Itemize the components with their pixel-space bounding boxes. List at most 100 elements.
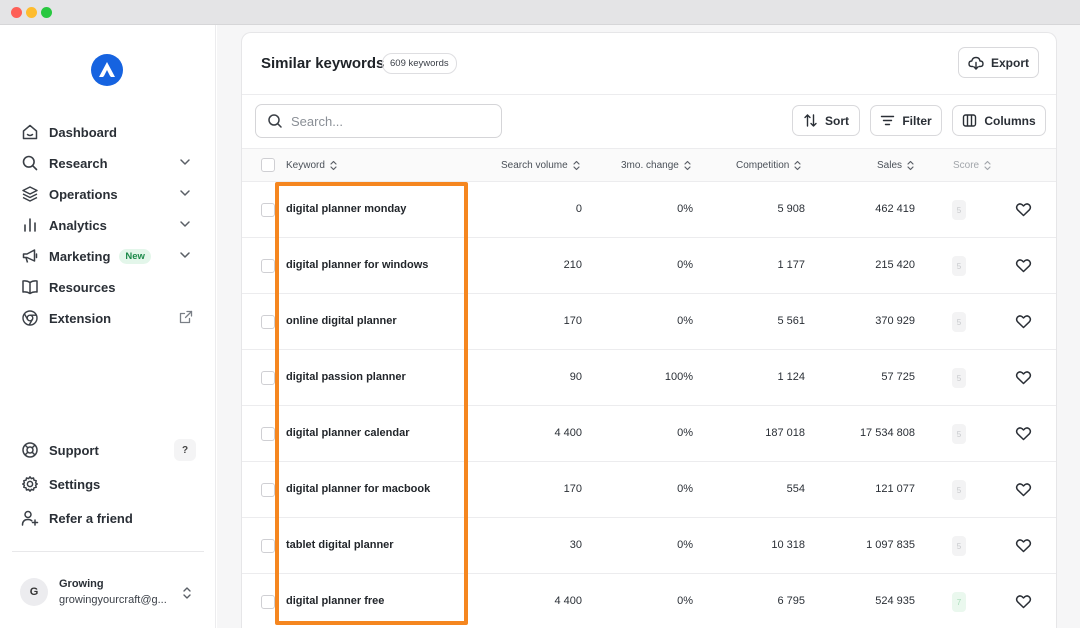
- table-row[interactable]: digital planner calendar 4 400 0% 187 01…: [242, 406, 1056, 462]
- sidebar-item-label: Marketing: [49, 248, 111, 264]
- score-badge: 5: [952, 368, 966, 388]
- sales-cell: 462 419: [875, 203, 915, 215]
- sidebar-item-extension[interactable]: Extension: [20, 305, 196, 331]
- row-checkbox[interactable]: [261, 539, 275, 553]
- score-badge: 5: [952, 480, 966, 500]
- chrome-icon: [20, 308, 40, 328]
- sort-button[interactable]: Sort: [792, 105, 860, 136]
- row-checkbox[interactable]: [261, 259, 275, 273]
- user-plus-icon: [20, 508, 40, 528]
- search-volume-cell: 4 400: [554, 427, 582, 439]
- sales-cell: 57 725: [881, 371, 915, 383]
- sidebar-item-label: Analytics: [49, 217, 107, 233]
- search-icon: [268, 114, 282, 128]
- keyword-cell: digital planner for windows: [286, 259, 429, 271]
- table-row[interactable]: tablet digital planner 30 0% 10 318 1 09…: [242, 518, 1056, 574]
- column-header-keyword[interactable]: Keyword: [286, 160, 338, 171]
- column-header-3mo-change[interactable]: 3mo. change: [621, 160, 692, 171]
- keyword-cell: digital planner monday: [286, 203, 407, 215]
- user-account-switcher[interactable]: G Growing growingyourcraft@g...: [20, 577, 196, 611]
- table-row[interactable]: digital planner monday 0 0% 5 908 462 41…: [242, 182, 1056, 238]
- sidebar-item-label: Operations: [49, 186, 118, 202]
- sidebar-item-resources[interactable]: Resources: [20, 274, 196, 300]
- heart-icon[interactable]: [1015, 257, 1032, 274]
- heart-icon[interactable]: [1015, 593, 1032, 610]
- keyword-cell: digital planner free: [286, 595, 385, 607]
- bar-chart-icon: [20, 215, 40, 235]
- sidebar-item-refer-a-friend[interactable]: Refer a friend: [20, 505, 196, 531]
- keyword-cell: digital passion planner: [286, 371, 406, 383]
- search-volume-cell: 0: [575, 203, 582, 215]
- close-window-button[interactable]: [11, 7, 22, 18]
- search-volume-cell: 210: [563, 259, 582, 271]
- page-title: Similar keywords: [261, 55, 385, 72]
- similar-keywords-card: Similar keywords 609 keywords Export Sor…: [241, 32, 1057, 628]
- row-checkbox[interactable]: [261, 315, 275, 329]
- table-row[interactable]: digital planner for macbook 170 0% 554 1…: [242, 462, 1056, 518]
- sales-cell: 17 534 808: [859, 427, 915, 439]
- select-all-checkbox[interactable]: [261, 158, 275, 172]
- export-button[interactable]: Export: [958, 47, 1039, 78]
- sidebar-item-label: Settings: [49, 476, 101, 492]
- table-row[interactable]: online digital planner 170 0% 5 561 370 …: [242, 294, 1056, 350]
- heart-icon[interactable]: [1015, 481, 1032, 498]
- heart-icon[interactable]: [1015, 201, 1032, 218]
- sales-cell: 524 935: [875, 595, 915, 607]
- heart-icon[interactable]: [1015, 369, 1032, 386]
- sidebar-item-research[interactable]: Research: [20, 150, 196, 176]
- brand-logo-icon[interactable]: [91, 54, 123, 86]
- competition-cell: 554: [786, 483, 805, 495]
- sidebar-item-settings[interactable]: Settings: [20, 471, 196, 497]
- sidebar-item-label: Dashboard: [49, 124, 117, 140]
- sort-icon: [330, 160, 337, 171]
- column-header-competition[interactable]: Competition: [736, 160, 802, 171]
- column-header-sales[interactable]: Sales: [877, 160, 915, 171]
- filter-button[interactable]: Filter: [870, 105, 942, 136]
- megaphone-icon: [20, 246, 40, 266]
- score-badge: 5: [952, 312, 966, 332]
- sidebar-item-marketing[interactable]: Marketing New: [20, 243, 196, 269]
- competition-cell: 5 908: [777, 203, 805, 215]
- minimize-window-button[interactable]: [26, 7, 37, 18]
- column-header-search-volume[interactable]: Search volume: [501, 160, 581, 171]
- table-row[interactable]: digital planner for windows 210 0% 1 177…: [242, 238, 1056, 294]
- heart-icon[interactable]: [1015, 537, 1032, 554]
- score-badge: 5: [952, 424, 966, 444]
- table-row[interactable]: digital passion planner 90 100% 1 124 57…: [242, 350, 1056, 406]
- columns-label: Columns: [984, 113, 1036, 128]
- sort-label: Sort: [825, 113, 849, 128]
- sidebar-item-dashboard[interactable]: Dashboard: [20, 119, 196, 145]
- new-badge: New: [119, 248, 151, 264]
- table-row[interactable]: digital planner free 4 400 0% 6 795 524 …: [242, 574, 1056, 628]
- sidebar-item-support[interactable]: Support ?: [20, 437, 196, 463]
- title-bar: [0, 0, 1080, 25]
- sidebar-item-label: Extension: [49, 310, 112, 326]
- competition-cell: 10 318: [771, 539, 805, 551]
- row-checkbox[interactable]: [261, 483, 275, 497]
- user-name: Growing: [59, 578, 104, 590]
- row-checkbox[interactable]: [261, 203, 275, 217]
- columns-button[interactable]: Columns: [952, 105, 1046, 136]
- column-header-score[interactable]: Score: [953, 160, 992, 171]
- chevron-down-icon: [180, 252, 190, 258]
- heart-icon[interactable]: [1015, 313, 1032, 330]
- sidebar-item-operations[interactable]: Operations: [20, 181, 196, 207]
- change-cell: 0%: [677, 483, 693, 495]
- layers-icon: [20, 184, 40, 204]
- row-checkbox[interactable]: [261, 371, 275, 385]
- zoom-window-button[interactable]: [41, 7, 52, 18]
- heart-icon[interactable]: [1015, 425, 1032, 442]
- search-field[interactable]: [255, 104, 502, 138]
- keyword-count-badge: 609 keywords: [382, 53, 457, 74]
- score-badge: 5: [952, 256, 966, 276]
- change-cell: 100%: [664, 371, 693, 383]
- row-checkbox[interactable]: [261, 595, 275, 609]
- header-divider: [242, 94, 1056, 95]
- search-volume-cell: 170: [563, 483, 582, 495]
- row-checkbox[interactable]: [261, 427, 275, 441]
- chevron-down-icon: [180, 159, 190, 165]
- sidebar-item-analytics[interactable]: Analytics: [20, 212, 196, 238]
- sidebar-divider: [12, 551, 204, 552]
- sort-icon: [984, 160, 991, 171]
- search-input[interactable]: [291, 113, 491, 129]
